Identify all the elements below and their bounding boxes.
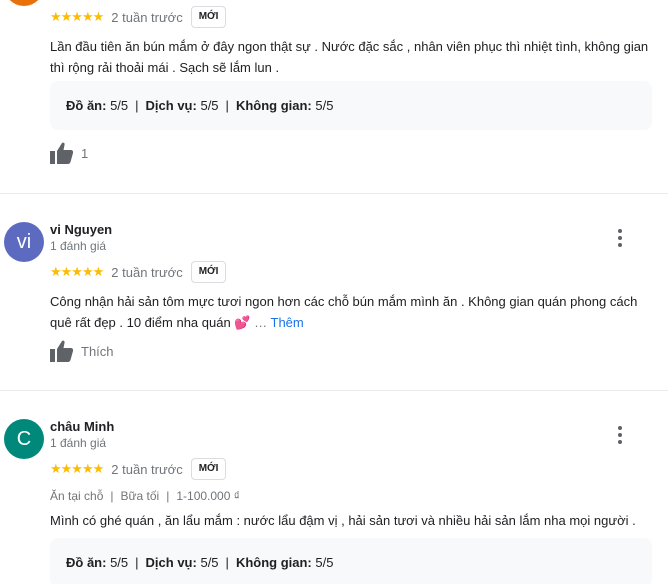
visit-details: Ăn tại chỗ | Bữa tối | 1-100.000 ₫ [50, 489, 240, 503]
thumbs-up-icon [50, 340, 74, 362]
reviewer-name[interactable]: vi Nguyen [50, 222, 112, 237]
rating-row: ★★★★★ 2 tuần trước MỚI [50, 6, 227, 28]
rating-row: ★★★★★ 2 tuần trước MỚI [50, 458, 227, 480]
review-text-body: Công nhận hải sản tôm mực tươi ngon hơn … [50, 294, 638, 330]
like-button[interactable]: 1 [50, 142, 88, 164]
service-value: 5/5 [200, 98, 219, 113]
show-more-link[interactable]: Thêm [271, 315, 304, 330]
dine-type: Ăn tại chỗ [50, 489, 104, 503]
new-badge: MỚI [190, 261, 227, 283]
review-divider [0, 390, 668, 391]
space-value: 5/5 [315, 555, 334, 570]
service-label: Dịch vụ: [145, 555, 197, 570]
service-value: 5/5 [200, 555, 219, 570]
reviewer-review-count: 1 đánh giá [50, 436, 107, 450]
review-text: Mình có ghé quán , ăn lẩu mắm : nước lẩu… [50, 513, 636, 528]
review-time: 2 tuần trước [111, 9, 183, 25]
star-rating: ★★★★★ [50, 9, 104, 24]
reviewer-avatar[interactable]: vi [4, 222, 44, 262]
thumbs-up-icon [50, 142, 74, 164]
food-label: Đồ ăn: [66, 98, 107, 113]
review-text: Lần đầu tiên ăn bún mắm ở đây ngon thật … [50, 39, 649, 75]
like-button[interactable]: Thích [50, 340, 114, 362]
review-text: Công nhận hải sản tôm mực tươi ngon hơn … [50, 291, 650, 333]
reviewer-name[interactable]: châu Minh [50, 419, 114, 434]
separator: | [225, 98, 229, 113]
more-options-button[interactable] [610, 228, 630, 248]
like-label: Thích [81, 343, 114, 359]
space-label: Không gian: [235, 98, 312, 113]
separator: | [225, 555, 229, 570]
separator: | [110, 489, 114, 503]
more-vert-icon [618, 426, 622, 430]
star-rating: ★★★★★ [50, 461, 104, 476]
food-label: Đồ ăn: [66, 555, 107, 570]
like-count: 1 [81, 145, 89, 161]
new-badge: MỚI [190, 6, 227, 28]
review-divider [0, 193, 668, 194]
service-label: Dịch vụ: [145, 98, 197, 113]
space-value: 5/5 [315, 98, 334, 113]
separator: | [135, 98, 139, 113]
new-badge: MỚI [190, 458, 227, 480]
ellipsis: … [254, 315, 268, 330]
star-rating: ★★★★★ [50, 264, 104, 279]
review-time: 2 tuần trước [111, 461, 183, 477]
reviewer-avatar[interactable]: C [4, 419, 44, 459]
food-value: 5/5 [110, 555, 129, 570]
reviewer-avatar[interactable] [4, 0, 44, 6]
review-time: 2 tuần trước [111, 264, 183, 280]
reviewer-review-count: 1 đánh giá [50, 239, 107, 253]
meal-type: Bữa tối [120, 489, 160, 503]
space-label: Không gian: [235, 555, 312, 570]
food-value: 5/5 [110, 98, 129, 113]
rating-row: ★★★★★ 2 tuần trước MỚI [50, 261, 227, 283]
separator: | [166, 489, 170, 503]
aspect-ratings: Đồ ăn: 5/5 | Dịch vụ: 5/5 | Không gian: … [50, 81, 652, 130]
separator: | [135, 555, 139, 570]
more-vert-icon [618, 229, 622, 233]
more-options-button[interactable] [610, 425, 630, 445]
price-range: 1-100.000 ₫ [176, 489, 240, 503]
aspect-ratings: Đồ ăn: 5/5 | Dịch vụ: 5/5 | Không gian: … [50, 538, 652, 584]
